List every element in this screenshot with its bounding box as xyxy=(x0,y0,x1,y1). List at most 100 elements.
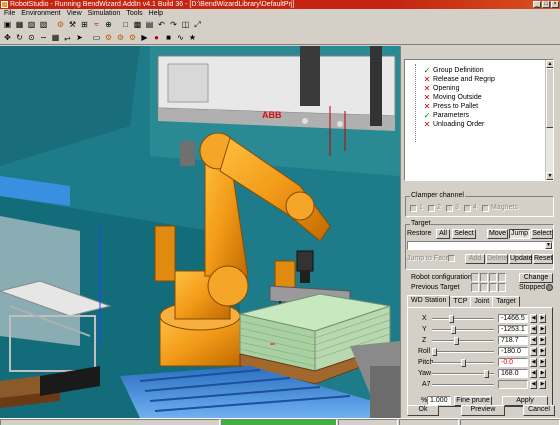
decrement-icon[interactable]: ◀ xyxy=(530,325,537,334)
axis-value-field[interactable]: 168.0 xyxy=(498,369,528,378)
tree-item[interactable]: ✕ Opening xyxy=(423,85,460,93)
linear-move-icon[interactable]: ⚙ xyxy=(115,32,126,43)
ok-button[interactable]: Ok xyxy=(407,405,439,416)
all-button[interactable]: All xyxy=(436,229,450,239)
slider-thumb[interactable] xyxy=(432,348,437,356)
decrement-icon[interactable]: ◀ xyxy=(530,369,537,378)
select-target-button[interactable]: Select xyxy=(531,229,553,239)
move-icon[interactable]: ✥ xyxy=(2,32,13,43)
tree-item[interactable]: ✕ Unloading Order xyxy=(423,121,485,129)
redo-icon[interactable]: ↷ xyxy=(168,20,179,31)
tree-item[interactable]: ✕ Moving Outside xyxy=(423,94,482,102)
decrement-icon[interactable]: ◀ xyxy=(530,347,537,356)
cut-icon[interactable]: ▧ xyxy=(26,20,37,31)
zoom-icon[interactable]: ★ xyxy=(187,32,198,43)
slider-thumb[interactable] xyxy=(484,370,489,378)
increment-icon[interactable]: ▶ xyxy=(539,358,546,367)
axis-value-field[interactable]: -1466.5 xyxy=(498,314,528,323)
tree-scrollbar[interactable]: ▲ ▼ xyxy=(545,60,553,180)
close-button[interactable]: × xyxy=(551,1,559,8)
decrement-icon[interactable]: ◀ xyxy=(530,314,537,323)
stop-icon[interactable]: ■ xyxy=(163,32,174,43)
menu-environment[interactable]: Environment xyxy=(21,9,60,19)
new-icon[interactable]: □ xyxy=(120,20,131,31)
tree-item[interactable]: ✕ Press to Pallet xyxy=(423,103,479,111)
undo-icon[interactable]: ↶ xyxy=(156,20,167,31)
tree-item[interactable]: ✕ Release and Regrip xyxy=(423,76,495,84)
magnets-checkbox[interactable] xyxy=(482,205,489,212)
scroll-up-icon[interactable]: ▲ xyxy=(546,60,553,68)
box-icon[interactable]: ▭ xyxy=(91,32,102,43)
axis-value-field[interactable] xyxy=(498,380,528,389)
channel-2-checkbox[interactable] xyxy=(428,205,435,212)
axis-slider[interactable] xyxy=(432,329,494,331)
delete-button[interactable]: Delete xyxy=(486,254,508,264)
target-combo[interactable]: ▼ xyxy=(407,241,553,250)
copy-icon[interactable]: ▨ xyxy=(38,20,49,31)
view-icon[interactable]: ◫ xyxy=(180,20,191,31)
axis-slider[interactable] xyxy=(432,318,494,320)
slider-thumb[interactable] xyxy=(454,337,459,345)
jump-button[interactable]: Jump xyxy=(509,229,530,239)
axis-slider[interactable] xyxy=(432,340,494,342)
joint-move-icon[interactable]: ⚙ xyxy=(103,32,114,43)
arrow-icon[interactable]: ➤ xyxy=(74,32,85,43)
update-button[interactable]: Update xyxy=(509,254,533,264)
operation-tree[interactable]: ✓ Group Definition ✕ Release and Regrip … xyxy=(404,59,554,181)
axis-icon[interactable]: ⥅ xyxy=(62,32,73,43)
slider-thumb[interactable] xyxy=(461,359,466,367)
tab-wd-station[interactable]: WD Station xyxy=(407,295,451,307)
play-icon[interactable]: ▶ xyxy=(139,32,150,43)
slider-thumb[interactable] xyxy=(451,326,456,334)
increment-icon[interactable]: ▶ xyxy=(539,347,546,356)
cancel-button[interactable]: Cancel xyxy=(523,405,555,416)
record-icon[interactable]: ● xyxy=(151,32,162,43)
dropdown-arrow-icon[interactable]: ▼ xyxy=(545,242,552,249)
change-button[interactable]: Change xyxy=(519,273,553,283)
tree-item[interactable]: ✓ Group Definition xyxy=(423,67,484,75)
save-project-icon[interactable]: ▩ xyxy=(132,20,143,31)
frame-icon[interactable]: ⊞ xyxy=(79,20,90,31)
tab-joint[interactable]: Joint xyxy=(470,296,494,307)
trace-icon[interactable]: ∿ xyxy=(175,32,186,43)
increment-icon[interactable]: ▶ xyxy=(539,325,546,334)
increment-icon[interactable]: ▶ xyxy=(539,380,546,389)
preview-button[interactable]: Preview xyxy=(461,405,505,416)
axis-slider[interactable] xyxy=(432,384,494,386)
rotate-icon[interactable]: ↻ xyxy=(14,32,25,43)
menu-simulation[interactable]: Simulation xyxy=(88,9,121,19)
grid-icon[interactable]: ▦ xyxy=(50,32,61,43)
snap-icon[interactable]: ⤢ xyxy=(192,20,203,31)
decrement-icon[interactable]: ◀ xyxy=(530,358,537,367)
channel-3-checkbox[interactable] xyxy=(446,205,453,212)
menu-file[interactable]: File xyxy=(4,9,15,19)
robot-icon[interactable]: ⚙ xyxy=(55,20,66,31)
scroll-thumb[interactable] xyxy=(546,68,553,128)
minimize-button[interactable]: _ xyxy=(533,1,541,8)
select-button[interactable]: Select xyxy=(452,229,476,239)
target-icon[interactable]: ⊕ xyxy=(103,20,114,31)
axis-value-field[interactable]: -0.0 xyxy=(498,358,528,367)
tree-item[interactable]: ✓ Parameters xyxy=(423,112,470,120)
decrement-icon[interactable]: ◀ xyxy=(530,380,537,389)
axis-slider[interactable] xyxy=(432,351,494,353)
3d-viewport[interactable]: ABB xyxy=(0,46,400,418)
axis-value-field[interactable]: 718.7 xyxy=(498,336,528,345)
channel-4-checkbox[interactable] xyxy=(464,205,471,212)
reset-button[interactable]: Reset xyxy=(533,254,553,264)
step-field[interactable]: 1.000 xyxy=(427,396,451,405)
increment-icon[interactable]: ▶ xyxy=(539,336,546,345)
reorient-icon[interactable]: ⚙ xyxy=(127,32,138,43)
path-icon[interactable]: ≈ xyxy=(91,20,102,31)
add-button[interactable]: Add xyxy=(465,254,485,264)
move-button[interactable]: Move xyxy=(487,229,508,239)
save-icon[interactable]: ▦ xyxy=(14,20,25,31)
menu-view[interactable]: View xyxy=(67,9,82,19)
axis-value-field[interactable]: -1253.1 xyxy=(498,325,528,334)
channel-1-checkbox[interactable] xyxy=(410,205,417,212)
tool-icon[interactable]: ⚒ xyxy=(67,20,78,31)
increment-icon[interactable]: ▶ xyxy=(539,369,546,378)
menu-tools[interactable]: Tools xyxy=(126,9,142,19)
open-icon[interactable]: ▣ xyxy=(2,20,13,31)
scroll-down-icon[interactable]: ▼ xyxy=(546,172,553,180)
